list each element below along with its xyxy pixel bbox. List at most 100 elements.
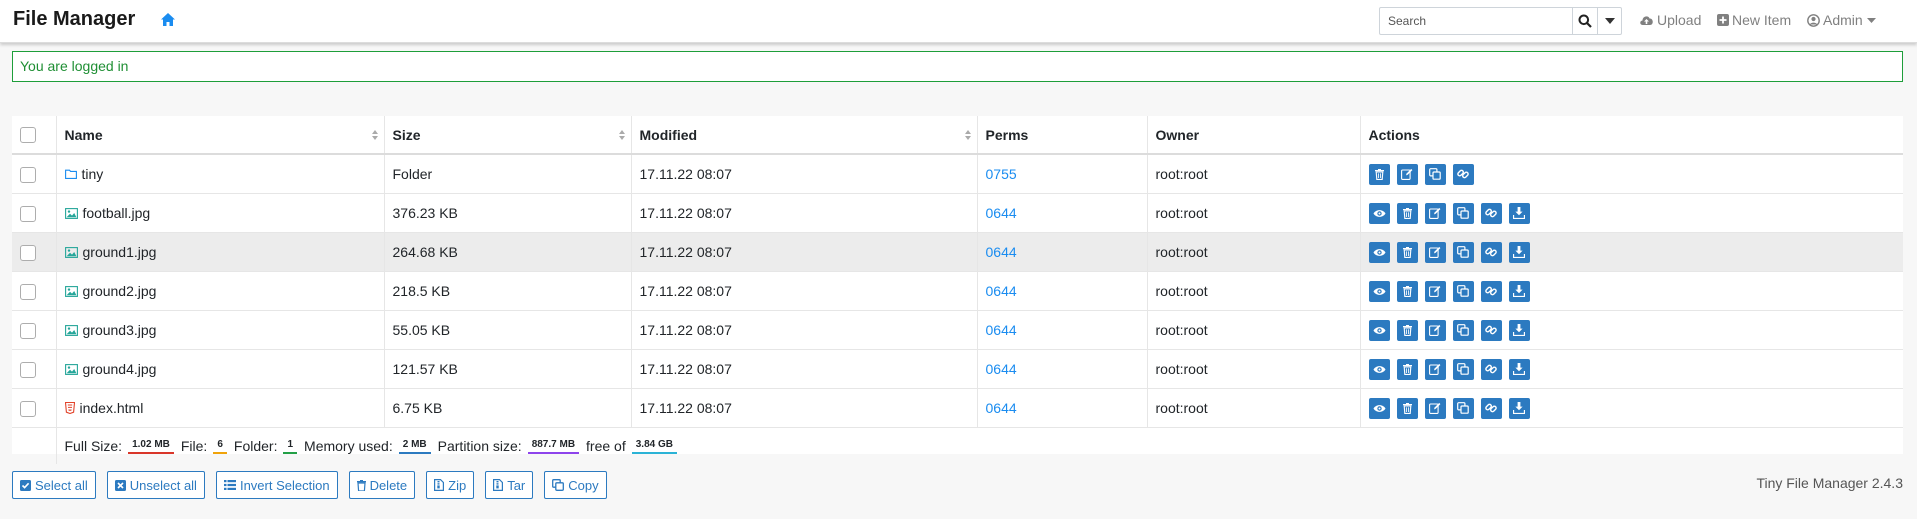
app-title[interactable]: File Manager [13,8,135,31]
upload-link[interactable]: Upload [1639,12,1701,28]
row-actions [1368,233,1904,271]
row-checkbox[interactable] [20,244,36,261]
plus-square-icon [1717,14,1729,26]
file-name-link[interactable]: ground4.jpg [64,361,384,377]
link-icon[interactable] [1480,319,1502,341]
table-row[interactable]: ground1.jpg 264.68 KB 17.11.22 08:07 0644 ro… [12,232,1904,272]
column-header-name[interactable]: Name [56,116,385,154]
row-checkbox[interactable] [20,205,36,222]
unselect-all-button[interactable]: Unselect all [106,471,205,499]
copy-icon[interactable] [1452,319,1474,341]
perms-link[interactable]: 0644 [986,283,1017,299]
copy-icon[interactable] [1452,280,1474,302]
trash-icon[interactable] [1368,163,1390,185]
trash-icon[interactable] [1396,358,1418,380]
edit-icon[interactable] [1396,163,1418,185]
perms-cell: 0644 [977,349,1148,389]
column-header-modified[interactable]: Modified [631,116,978,154]
edit-icon[interactable] [1424,397,1446,419]
trash-icon[interactable] [1396,202,1418,224]
copy-icon[interactable] [1452,202,1474,224]
link-icon[interactable] [1480,241,1502,263]
file-name-link[interactable]: ground2.jpg [64,283,384,299]
eye-icon[interactable] [1368,397,1390,419]
file-size: 218.5 KB [384,271,632,311]
select-all-checkbox[interactable] [20,127,36,144]
user-menu[interactable]: Admin [1807,12,1879,28]
table-row[interactable]: ground2.jpg 218.5 KB 17.11.22 08:07 0644 roo… [12,271,1903,311]
perms-link[interactable]: 0644 [986,322,1017,338]
row-checkbox[interactable] [20,322,36,339]
copy-icon[interactable] [1452,358,1474,380]
copy-icon[interactable] [1452,241,1474,263]
edit-icon[interactable] [1424,280,1446,302]
select-all-button[interactable]: Select all [12,471,96,499]
delete-button[interactable]: Delete [348,471,416,499]
perms-link[interactable]: 0644 [986,205,1017,221]
perms-link[interactable]: 0755 [986,166,1017,182]
trash-icon[interactable] [1396,397,1418,419]
file-name-cell: football.jpg [56,193,385,233]
file-size: 6.75 KB [384,388,632,428]
actions-cell [1360,154,1903,194]
trash-icon[interactable] [1396,319,1418,341]
file-name-link[interactable]: tiny [64,166,384,182]
copy-icon[interactable] [1424,163,1446,185]
download-icon[interactable] [1508,319,1530,341]
table-row[interactable]: ground3.jpg 55.05 KB 17.11.22 08:07 0644 roo… [12,310,1904,350]
search-input[interactable] [1380,8,1572,34]
link-icon[interactable] [1480,202,1502,224]
actions-cell [1360,389,1903,428]
file-name-link[interactable]: index.html [64,400,384,416]
eye-icon[interactable] [1368,280,1390,302]
edit-icon[interactable] [1424,241,1446,263]
column-header-size[interactable]: Size [384,116,632,154]
perms-link[interactable]: 0644 [986,361,1017,377]
search-icon[interactable] [1572,8,1597,34]
eye-icon[interactable] [1368,319,1390,341]
link-icon[interactable] [1480,280,1502,302]
download-icon[interactable] [1508,202,1530,224]
row-checkbox[interactable] [20,166,36,183]
edit-icon[interactable] [1424,319,1446,341]
perms-cell: 0644 [977,310,1148,350]
eye-icon[interactable] [1368,358,1390,380]
invert-selection-button[interactable]: Invert Selection [215,471,338,499]
table-row[interactable]: index.html 6.75 KB 17.11.22 08:07 0644 root:… [12,388,1903,428]
caret-down-icon [1866,17,1876,23]
table-header-row: Name Size Modified Perms Owner Actions [12,116,1903,154]
perms-link[interactable]: 0644 [986,400,1017,416]
file-count-badge: 6 [213,438,227,454]
copy-icon[interactable] [1452,397,1474,419]
link-icon[interactable] [1480,397,1502,419]
row-checkbox[interactable] [20,283,36,300]
download-icon[interactable] [1508,397,1530,419]
download-icon[interactable] [1508,358,1530,380]
perms-link[interactable]: 0644 [986,244,1017,260]
new-item-link[interactable]: New Item [1717,12,1791,28]
row-checkbox[interactable] [20,361,36,378]
file-name-link[interactable]: ground3.jpg [64,322,384,338]
table-row[interactable]: football.jpg 376.23 KB 17.11.22 08:07 0644 r… [12,193,1903,233]
eye-icon[interactable] [1368,202,1390,224]
download-icon[interactable] [1508,280,1530,302]
trash-icon[interactable] [1396,241,1418,263]
home-icon[interactable] [160,12,176,30]
eye-icon[interactable] [1368,241,1390,263]
zip-button[interactable]: Zip [426,471,475,499]
row-checkbox[interactable] [20,400,36,417]
trash-icon[interactable] [1396,280,1418,302]
link-icon[interactable] [1480,358,1502,380]
copy-button[interactable]: Copy [544,471,607,499]
table-row[interactable]: tiny Folder 17.11.22 08:07 0755 root:root [12,154,1903,194]
table-row[interactable]: ground4.jpg 121.57 KB 17.11.22 08:07 0644 ro… [12,349,1903,389]
file-name-link[interactable]: football.jpg [64,205,384,221]
link-icon[interactable] [1452,163,1474,185]
file-name-link[interactable]: ground1.jpg [64,244,384,260]
edit-icon[interactable] [1424,358,1446,380]
edit-icon[interactable] [1424,202,1446,224]
download-icon[interactable] [1508,241,1530,263]
row-actions [1368,311,1904,349]
chevron-down-icon[interactable] [1597,8,1621,34]
tar-button[interactable]: Tar [485,471,534,499]
